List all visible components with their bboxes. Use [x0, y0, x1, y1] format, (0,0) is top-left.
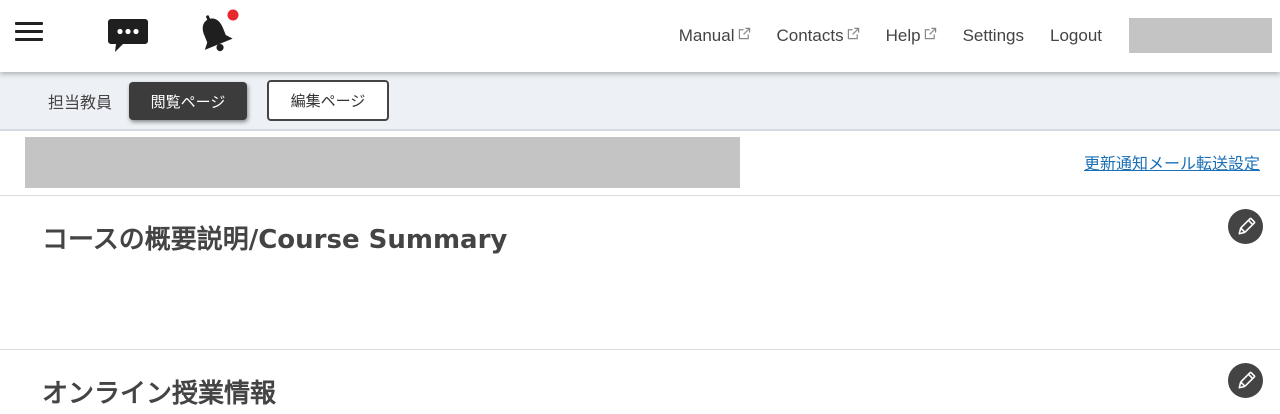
edit-page-button[interactable]: 編集ページ [267, 80, 389, 121]
contacts-label: Contacts [776, 26, 844, 45]
user-name-redacted [1129, 18, 1272, 53]
menu-icon[interactable] [15, 22, 43, 42]
role-label: 担当教員 [48, 93, 113, 112]
online-class-info-heading: オンライン授業情報 [42, 379, 277, 409]
chat-icon[interactable] [107, 17, 149, 55]
top-header: Manual Contacts Help Settings Logout [0, 0, 1280, 72]
course-summary-heading: コースの概要説明/Course Summary [42, 225, 508, 255]
view-page-button[interactable]: 閲覧ページ [129, 82, 247, 120]
pencil-icon [1237, 217, 1255, 235]
help-label: Help [885, 26, 921, 45]
external-link-icon [924, 27, 936, 39]
contacts-link[interactable]: Contacts [777, 26, 860, 46]
help-link[interactable]: Help [886, 26, 937, 46]
logout-link[interactable]: Logout [1050, 26, 1102, 46]
pencil-icon [1237, 371, 1255, 389]
settings-label: Settings [962, 26, 1024, 45]
role-toolbar: 担当教員 閲覧ページ 編集ページ [0, 72, 1280, 131]
logout-label: Logout [1050, 26, 1102, 45]
notification-bell-icon[interactable] [193, 9, 239, 55]
divider [0, 349, 1280, 350]
top-nav: Manual Contacts Help Settings Logout [653, 0, 1102, 72]
manual-label: Manual [678, 26, 735, 45]
settings-link[interactable]: Settings [963, 26, 1024, 46]
external-link-icon [847, 27, 859, 39]
edit-summary-button[interactable] [1228, 209, 1263, 244]
divider [0, 195, 1280, 196]
external-link-icon [738, 27, 750, 39]
manual-link[interactable]: Manual [679, 26, 751, 46]
mail-forward-settings-link[interactable]: 更新通知メール転送設定 [1084, 150, 1260, 174]
notification-dot [227, 9, 239, 21]
edit-online-info-button[interactable] [1228, 363, 1263, 398]
course-title-redacted [25, 137, 740, 188]
